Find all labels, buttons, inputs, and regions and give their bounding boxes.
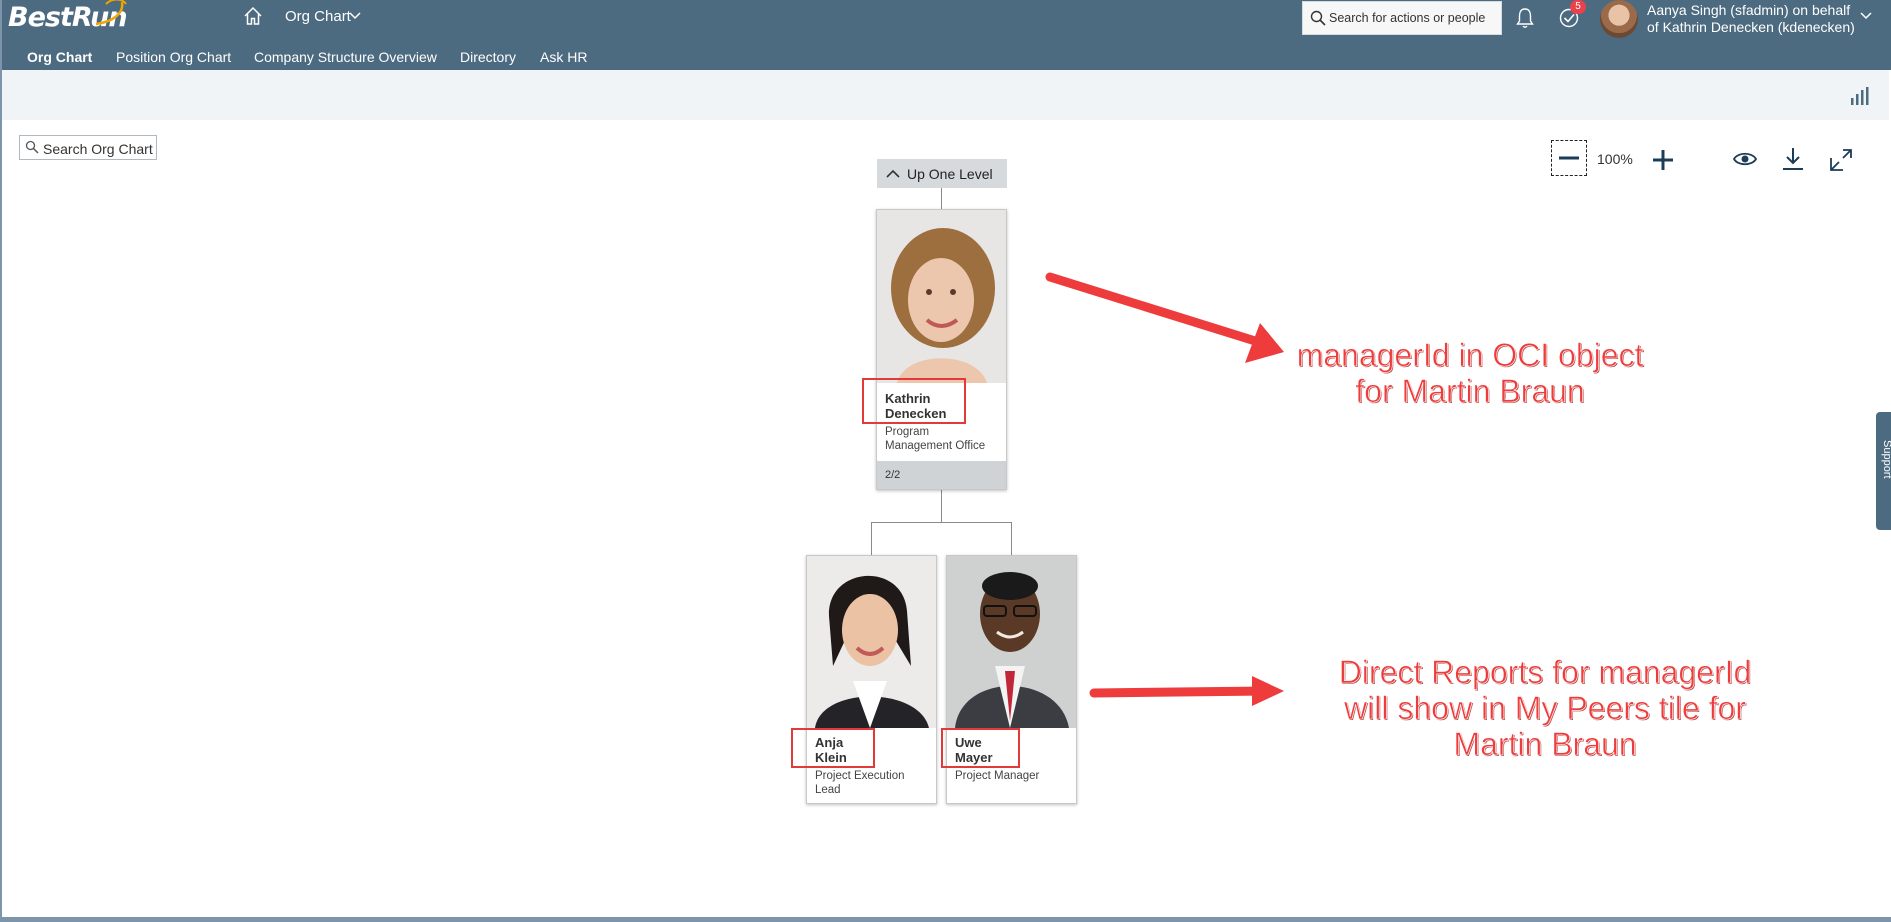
connector-line [941,490,942,522]
manager-title-line-1: Program [885,426,930,438]
manager-title-line-2: Management Office [885,440,986,452]
bar-chart-icon[interactable] [1850,86,1870,106]
connector-line [871,522,872,555]
chevron-down-icon[interactable] [1860,11,1872,21]
support-tab-label: Support [1881,440,1891,479]
annotation-top: managerId in OCI object for Martin Braun [1260,337,1680,410]
report-title-line-2: Lead [815,784,841,796]
highlight-box [791,728,875,768]
connector-line [941,188,942,209]
highlight-box [941,728,1020,768]
search-icon [1310,10,1326,26]
minus-icon [1559,156,1579,160]
tab-position-org-chart[interactable]: Position Org Chart [116,49,231,65]
tab-directory[interactable]: Directory [460,49,516,65]
annotation-bottom: Direct Reports for managerId will show i… [1300,654,1790,763]
up-one-level-button[interactable]: Up One Level [877,159,1007,188]
user-info[interactable]: Aanya Singh (sfadmin) on behalf of Kathr… [1647,2,1855,36]
org-search-placeholder: Search Org Chart [43,141,153,157]
page-border-bottom [0,917,1891,922]
manager-photo [877,210,1006,383]
tab-ask-hr[interactable]: Ask HR [540,49,587,65]
zoom-in-button[interactable] [1652,149,1674,171]
annotation-arrow-icon [1089,676,1284,706]
manager-card[interactable]: Kathrin Denecken Program Management Offi… [876,209,1007,490]
chevron-down-icon[interactable] [349,11,361,21]
eye-icon[interactable] [1733,150,1757,168]
global-search-input[interactable]: Search for actions or people [1302,1,1502,35]
annotation-top-line-1: managerId in OCI object [1296,337,1644,374]
app-title[interactable]: Org Chart [285,8,351,25]
search-icon [25,140,39,154]
tab-org-chart[interactable]: Org Chart [27,49,92,65]
user-avatar[interactable] [1600,0,1638,38]
notification-badge: 5 [1570,0,1586,14]
sub-header-bar [2,70,1889,120]
user-line-1: Aanya Singh (sfadmin) on behalf [1647,2,1851,18]
report-photo-uwe-mayer [947,556,1076,728]
bell-icon[interactable] [1515,7,1535,29]
zoom-level: 100% [1597,151,1633,167]
connector-line [1011,522,1012,555]
annotation-top-line-2: for Martin Braun [1355,373,1585,410]
page-border-left [0,0,2,922]
highlight-box [862,378,966,424]
home-icon[interactable] [243,6,263,26]
tab-company-structure-overview[interactable]: Company Structure Overview [254,49,437,65]
connector-line [871,522,1012,523]
annotation-bottom-line-2: will show in My Peers tile for [1344,690,1746,727]
annotation-bottom-line-3: Martin Braun [1453,726,1637,763]
zoom-out-button[interactable] [1551,140,1587,176]
chevron-up-icon [886,169,900,178]
report-title-line-1: Project Execution [815,770,905,782]
direct-reports-count: 2/2 [885,469,901,481]
up-one-level-label: Up One Level [907,166,993,182]
search-placeholder: Search for actions or people [1329,11,1486,25]
report-photo-anja-klein [807,556,936,728]
direct-reports-count-bar[interactable]: 2/2 [877,461,1006,489]
user-line-2: of Kathrin Denecken (kdenecken) [1647,19,1855,35]
org-chart-search-input[interactable]: Search Org Chart [19,135,157,160]
annotation-bottom-line-1: Direct Reports for managerId [1338,654,1752,691]
logo-swoosh-icon [95,0,127,26]
report-title-line-1: Project Manager [955,770,1040,782]
fullscreen-icon[interactable] [1829,148,1853,172]
download-icon[interactable] [1782,146,1804,172]
